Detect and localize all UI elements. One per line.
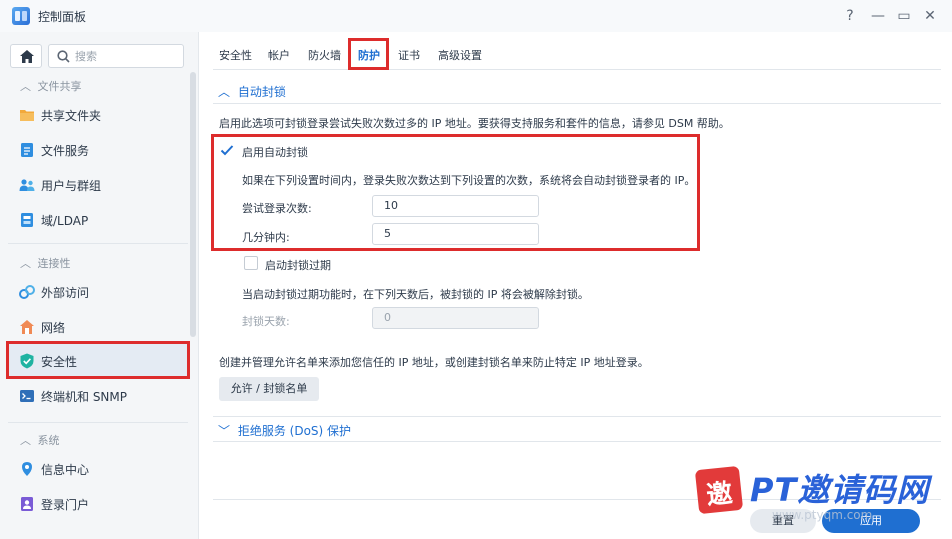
tab-firewall[interactable]: 防火墙 — [308, 47, 341, 63]
watermark-logo: 邀 — [694, 465, 744, 515]
auto-block-description: 启用此选项可封锁登录尝试失败次数过多的 IP 地址。要获得支持服务和套件的信息，… — [219, 117, 730, 130]
within-minutes-label: 几分钟内: — [242, 231, 290, 244]
search-box[interactable] — [48, 44, 184, 68]
dos-protection-section-header[interactable]: ﹀ 拒绝服务 (DoS) 保护 — [218, 422, 351, 439]
close-button[interactable]: ✕ — [920, 6, 940, 26]
control-panel-app-icon — [12, 7, 30, 25]
section-divider — [213, 103, 941, 104]
title-bar: 控制面板 ? — ▭ ✕ — [0, 0, 952, 32]
domain-ldap-icon — [21, 213, 33, 227]
users-groups-icon — [19, 179, 35, 191]
sidebar-item-label: 登录门户 — [41, 498, 90, 512]
login-portal-icon — [21, 497, 33, 511]
tab-account[interactable]: 帐户 — [268, 47, 290, 63]
enable-auto-block-checkbox[interactable] — [220, 143, 234, 157]
section-header-connectivity[interactable]: ︿ 连接性 — [20, 255, 71, 271]
terminal-icon — [20, 390, 34, 402]
sidebar-item-label: 信息中心 — [41, 463, 90, 477]
sidebar-divider — [8, 422, 188, 423]
sidebar-item-security[interactable]: 安全性 — [8, 344, 188, 378]
watermark-url: www.ptyqm.com — [772, 508, 873, 522]
search-icon — [57, 50, 70, 63]
section-divider — [213, 441, 941, 442]
watermark-badge-text: 邀 — [705, 478, 735, 512]
watermark-text: PT邀请码网 — [750, 471, 930, 509]
tab-underline — [213, 69, 941, 70]
section-divider — [213, 416, 941, 417]
enable-auto-block-label[interactable]: 启用自动封锁 — [242, 144, 308, 160]
section-title: 自动封锁 — [237, 85, 286, 99]
allow-block-list-description: 创建并管理允许名单来添加您信任的 IP 地址，或创建封锁名单来防止特定 IP 地… — [219, 356, 649, 369]
section-title: 文件共享 — [37, 80, 82, 93]
tab-certificate[interactable]: 证书 — [398, 47, 420, 63]
block-expiration-explanation: 当启动封锁过期功能时，在下列天数后，被封锁的 IP 将会被解除封锁。 — [242, 288, 589, 301]
sidebar-item-users-groups[interactable]: 用户与群组 — [8, 168, 188, 202]
minimize-button[interactable]: — — [868, 6, 888, 26]
tab-protection[interactable]: 防护 — [358, 47, 380, 63]
tab-advanced[interactable]: 高级设置 — [438, 47, 482, 63]
sidebar-item-label: 文件服务 — [41, 144, 90, 158]
enable-block-expiration-label[interactable]: 启动封锁过期 — [265, 257, 331, 273]
sidebar-item-label: 域/LDAP — [41, 214, 89, 228]
chevron-down-icon: ﹀ — [218, 424, 231, 438]
sidebar-item-label: 终端机和 SNMP — [41, 390, 127, 404]
block-days-label: 封锁天数: — [242, 315, 290, 328]
info-center-icon — [22, 462, 32, 476]
chevron-up-icon: ︿ — [20, 80, 31, 93]
tab-security[interactable]: 安全性 — [219, 47, 252, 63]
auto-block-explanation: 如果在下列设置时间内，登录失败次数达到下列设置的次数，系统将会自动封锁登录者的 … — [242, 174, 696, 187]
enable-block-expiration-checkbox[interactable] — [244, 256, 258, 270]
allow-block-list-button[interactable]: 允许 / 封锁名单 — [219, 377, 319, 401]
section-title: 连接性 — [37, 257, 71, 270]
sidebar: ︿ 文件共享 共享文件夹 文件服务 用户与群组 域/LDAP — [0, 32, 199, 539]
home-icon — [20, 50, 34, 63]
sidebar-item-label: 用户与群组 — [41, 179, 102, 193]
sidebar-divider — [8, 243, 188, 244]
sidebar-scrollbar[interactable] — [190, 72, 196, 337]
window-title: 控制面板 — [38, 10, 87, 24]
section-header-system[interactable]: ︿ 系统 — [20, 432, 60, 448]
sidebar-item-terminal-snmp[interactable]: 终端机和 SNMP — [8, 379, 188, 413]
login-attempts-label: 尝试登录次数: — [242, 202, 312, 215]
maximize-button[interactable]: ▭ — [894, 6, 914, 26]
section-header-file-sharing[interactable]: ︿ 文件共享 — [20, 78, 82, 94]
login-attempts-field[interactable]: 10 — [372, 195, 539, 217]
shared-folder-icon — [20, 110, 34, 121]
sidebar-item-network[interactable]: 网络 — [8, 310, 188, 344]
file-services-icon — [21, 143, 33, 157]
section-title: 拒绝服务 (DoS) 保护 — [237, 424, 352, 438]
chevron-up-icon: ︿ — [20, 257, 31, 270]
sidebar-item-file-services[interactable]: 文件服务 — [8, 133, 188, 167]
sidebar-item-label: 共享文件夹 — [41, 109, 102, 123]
sidebar-item-login-portal[interactable]: 登录门户 — [8, 487, 188, 521]
sidebar-item-external-access[interactable]: 外部访问 — [8, 275, 188, 309]
help-button[interactable]: ? — [840, 6, 860, 26]
search-input[interactable] — [75, 48, 175, 64]
sidebar-item-label: 外部访问 — [41, 286, 90, 300]
section-title: 系统 — [37, 434, 60, 447]
chevron-up-icon: ︿ — [218, 85, 231, 99]
sidebar-item-label: 网络 — [41, 321, 66, 335]
sidebar-item-domain-ldap[interactable]: 域/LDAP — [8, 203, 188, 237]
sidebar-item-info-center[interactable]: 信息中心 — [8, 452, 188, 486]
within-minutes-field[interactable]: 5 — [372, 223, 539, 245]
external-access-icon — [19, 285, 35, 299]
network-house-icon — [20, 320, 34, 334]
auto-block-section-header[interactable]: ︿ 自动封锁 — [218, 83, 286, 100]
security-shield-icon — [20, 353, 34, 369]
checkmark-icon — [220, 145, 234, 156]
sidebar-item-shared-folder[interactable]: 共享文件夹 — [8, 98, 188, 132]
home-button[interactable] — [10, 44, 42, 68]
chevron-up-icon: ︿ — [20, 434, 31, 447]
sidebar-item-label: 安全性 — [41, 355, 78, 369]
block-days-field[interactable]: 0 — [372, 307, 539, 329]
